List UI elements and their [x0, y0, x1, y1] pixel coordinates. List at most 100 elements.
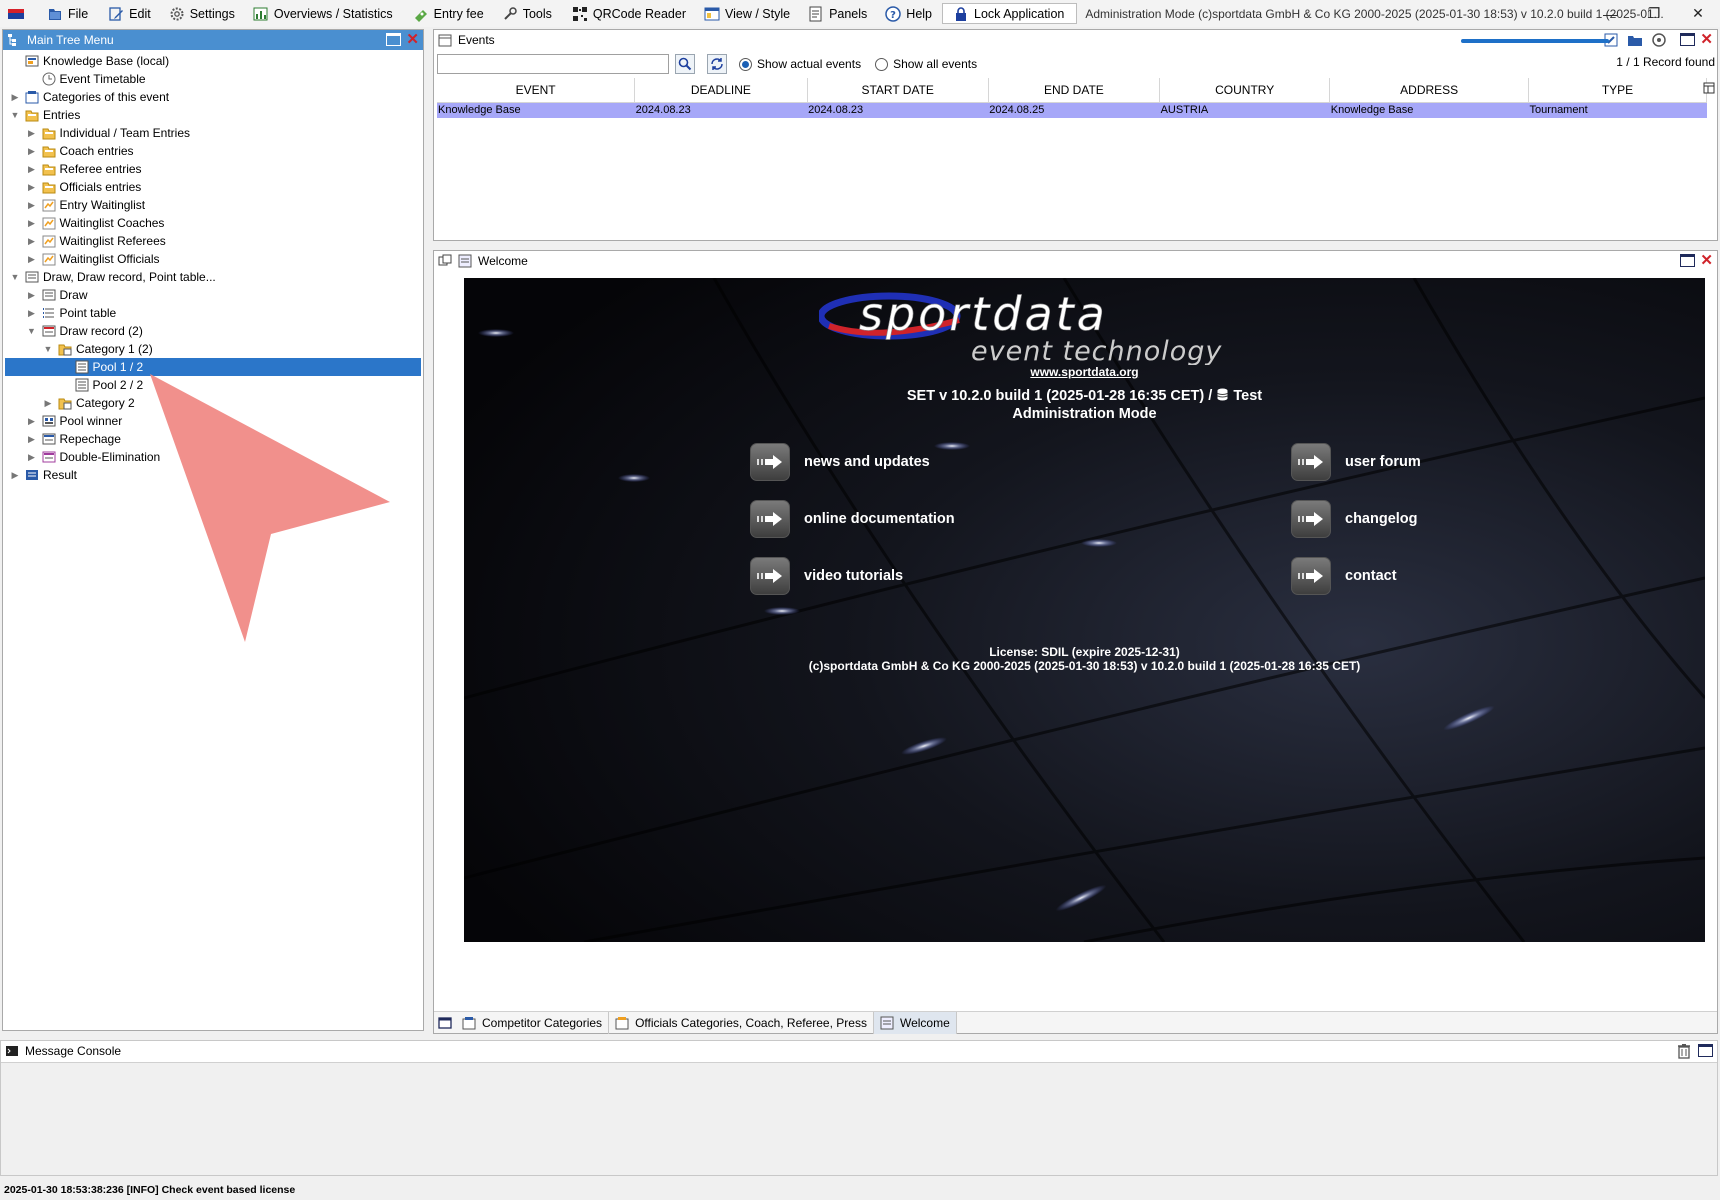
tree-item[interactable]: ▶ Coach entries: [5, 142, 421, 160]
contact-link[interactable]: contact: [1291, 557, 1397, 595]
tree-item[interactable]: ▶ Waitinglist Officials: [5, 250, 421, 268]
user-forum-link[interactable]: user forum: [1291, 443, 1421, 481]
tab-competitor-categories[interactable]: Competitor Categories: [456, 1011, 610, 1034]
search-button[interactable]: [675, 54, 695, 74]
column-header[interactable]: END DATE: [988, 78, 1161, 103]
changelog-link[interactable]: changelog: [1291, 500, 1418, 538]
expand-icon[interactable]: ▶: [26, 452, 38, 463]
undock-icon[interactable]: [438, 254, 452, 268]
menu-panels[interactable]: Panels: [796, 0, 873, 27]
video-tutorials-label[interactable]: video tutorials: [804, 568, 903, 584]
menu-tools[interactable]: Tools: [490, 0, 558, 27]
online-documentation-label[interactable]: online documentation: [804, 511, 955, 527]
expand-icon[interactable]: ▶: [26, 218, 38, 229]
close-events-button[interactable]: ✕: [1700, 30, 1713, 50]
collapse-icon[interactable]: ▼: [26, 326, 38, 336]
contact-label[interactable]: contact: [1345, 568, 1397, 584]
open-folder-icon[interactable]: [1627, 32, 1643, 48]
tree-item[interactable]: ▶ Officials entries: [5, 178, 421, 196]
close-tree-button[interactable]: ✕: [406, 30, 419, 50]
expand-icon[interactable]: ▶: [26, 146, 38, 157]
tree-item[interactable]: ▼ Entries: [5, 106, 421, 124]
news-and-updates-label[interactable]: news and updates: [804, 454, 930, 470]
trash-icon[interactable]: [1677, 1043, 1691, 1059]
expand-icon[interactable]: ▶: [26, 416, 38, 427]
expand-icon[interactable]: ▶: [9, 470, 21, 481]
sportdata-url-link[interactable]: www.sportdata.org: [464, 365, 1705, 379]
tree-item[interactable]: ▼ Draw record (2): [5, 322, 421, 340]
video-tutorials-link[interactable]: video tutorials: [750, 557, 903, 595]
tree-item[interactable]: ▶ Individual / Team Entries: [5, 124, 421, 142]
expand-icon[interactable]: ▶: [26, 128, 38, 139]
expand-icon[interactable]: ▶: [9, 92, 21, 103]
events-search-input[interactable]: [437, 54, 669, 74]
column-header[interactable]: DEADLINE: [634, 78, 808, 103]
close-window-button[interactable]: ✕: [1676, 0, 1720, 27]
restore-button[interactable]: ❐: [1632, 0, 1676, 27]
tree-item[interactable]: ▼ Draw, Draw record, Point table...: [5, 268, 421, 286]
menu-edit[interactable]: Edit: [94, 0, 157, 27]
expand-icon[interactable]: ▶: [26, 200, 38, 211]
tree-item[interactable]: ▶ Point table: [5, 304, 421, 322]
expand-icon[interactable]: ▶: [42, 398, 54, 409]
tree-item[interactable]: Knowledge Base (local): [5, 52, 421, 70]
expand-icon[interactable]: ▶: [26, 182, 38, 193]
contact-arrow-button[interactable]: [1291, 557, 1331, 595]
tree-item[interactable]: ▶ Entry Waitinglist: [5, 196, 421, 214]
menu-help[interactable]: ? Help: [873, 0, 938, 27]
maximize-console-button[interactable]: [1698, 1044, 1713, 1057]
maximize-tree-button[interactable]: [386, 33, 401, 46]
show-all-events-radio[interactable]: [875, 57, 889, 71]
expand-icon[interactable]: ▶: [26, 434, 38, 445]
minimize-button[interactable]: —: [1588, 0, 1632, 27]
menu-file[interactable]: File: [35, 0, 94, 27]
show-all-events-label[interactable]: Show all events: [893, 57, 977, 71]
disc-icon[interactable]: [1651, 32, 1667, 48]
column-header[interactable]: START DATE: [807, 78, 989, 103]
tree-item[interactable]: ▶ Categories of this event: [5, 88, 421, 106]
changelog-label[interactable]: changelog: [1345, 511, 1418, 527]
tab-welcome[interactable]: Welcome: [873, 1011, 957, 1034]
collapse-icon[interactable]: ▼: [42, 344, 54, 354]
forum-arrow-button[interactable]: [1291, 443, 1331, 481]
tree-item[interactable]: ▶ Draw: [5, 286, 421, 304]
menu-view-style[interactable]: View / Style: [692, 0, 796, 27]
tab-officials-categories[interactable]: Officials Categories, Coach, Referee, Pr…: [609, 1011, 874, 1034]
column-chooser-icon[interactable]: [1703, 82, 1715, 94]
column-header[interactable]: TYPE: [1528, 78, 1707, 103]
show-actual-events-label[interactable]: Show actual events: [757, 57, 861, 71]
tree-item[interactable]: ▼ Category 1 (2): [5, 340, 421, 358]
collapse-icon[interactable]: ▼: [9, 110, 21, 120]
news-arrow-button[interactable]: [750, 443, 790, 481]
online-documentation-link[interactable]: online documentation: [750, 500, 955, 538]
menu-entry-fee[interactable]: Entry fee: [399, 0, 490, 27]
app-icon[interactable]: [0, 0, 35, 27]
tree-item[interactable]: ▶ Referee entries: [5, 160, 421, 178]
close-welcome-button[interactable]: ✕: [1700, 251, 1713, 271]
documentation-arrow-button[interactable]: [750, 500, 790, 538]
menu-settings[interactable]: Settings: [157, 0, 241, 27]
expand-icon[interactable]: ▶: [26, 290, 38, 301]
collapse-icon[interactable]: ▼: [9, 272, 21, 282]
table-row[interactable]: Knowledge Base 2024.08.23 2024.08.23 2024.0…: [437, 102, 1707, 118]
expand-icon[interactable]: ▶: [26, 164, 38, 175]
expand-icon[interactable]: ▶: [26, 254, 38, 265]
column-header[interactable]: EVENT: [437, 78, 636, 103]
show-actual-events-radio[interactable]: [739, 57, 752, 71]
menu-overviews[interactable]: Overviews / Statistics: [241, 0, 399, 27]
tree-item[interactable]: ▶ Waitinglist Referees: [5, 232, 421, 250]
news-and-updates-link[interactable]: news and updates: [750, 443, 930, 481]
maximize-welcome-button[interactable]: [1680, 254, 1695, 267]
user-forum-label[interactable]: user forum: [1345, 454, 1421, 470]
changelog-arrow-button[interactable]: [1291, 500, 1331, 538]
column-header[interactable]: COUNTRY: [1159, 78, 1331, 103]
expand-icon[interactable]: ▶: [26, 236, 38, 247]
maximize-events-button[interactable]: [1680, 33, 1695, 46]
tree-item[interactable]: Event Timetable: [5, 70, 421, 88]
tab-layout-button[interactable]: [434, 1012, 456, 1034]
menu-qrcode-reader[interactable]: QRCode Reader: [558, 0, 692, 27]
expand-icon[interactable]: ▶: [26, 308, 38, 319]
tree-item[interactable]: ▶ Waitinglist Coaches: [5, 214, 421, 232]
refresh-button[interactable]: [707, 54, 727, 74]
tutorials-arrow-button[interactable]: [750, 557, 790, 595]
